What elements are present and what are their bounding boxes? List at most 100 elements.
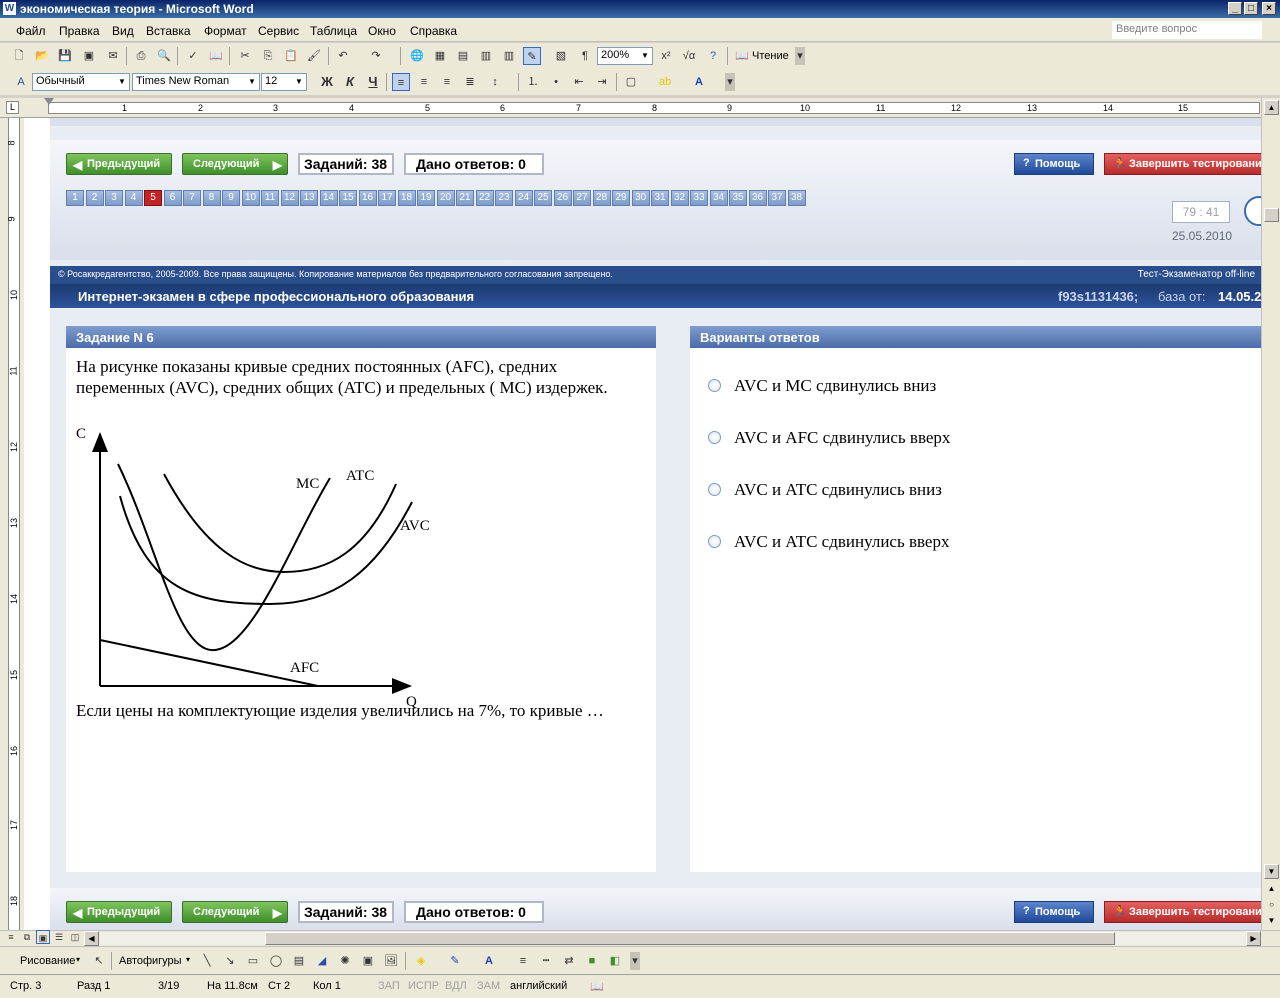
finish-button-top[interactable]: 🏃 Завершить тестирование — [1104, 153, 1261, 175]
equation-icon[interactable]: √α — [680, 47, 698, 65]
underline-button[interactable]: Ч — [364, 73, 382, 91]
tables-borders-icon[interactable]: ▦ — [431, 47, 449, 65]
question-number-button[interactable]: 29 — [612, 190, 630, 206]
wordart-icon[interactable]: ◢ — [313, 952, 331, 970]
numbering-icon[interactable]: ⒈ — [524, 73, 542, 91]
question-number-button[interactable]: 6 — [163, 190, 182, 206]
question-number-button[interactable]: 32 — [670, 190, 689, 206]
spelling-icon[interactable]: ✓ — [184, 47, 202, 65]
question-number-button[interactable]: 18 — [397, 190, 416, 206]
insert-excel-icon[interactable]: ▥ — [477, 47, 495, 65]
menu-insert[interactable]: Вставка — [146, 24, 191, 38]
line-color-icon[interactable]: ✎ — [446, 952, 464, 970]
undo-icon[interactable]: ↶ — [334, 47, 352, 65]
drawing-toggle-icon[interactable]: ✎ — [523, 47, 541, 65]
help-icon[interactable]: ? — [704, 47, 722, 65]
bold-button[interactable]: Ж — [318, 73, 336, 91]
style-select[interactable]: Обычный ▼ — [32, 73, 130, 91]
question-number-button[interactable]: 4 — [124, 190, 143, 206]
menu-tools[interactable]: Сервис — [258, 24, 299, 38]
question-number-button[interactable]: 16 — [358, 190, 377, 206]
doc-map-icon[interactable]: ▧ — [552, 47, 570, 65]
textbox-icon[interactable]: ▤ — [290, 952, 308, 970]
status-rec[interactable]: ЗАП — [378, 980, 400, 992]
question-number-button[interactable]: 19 — [417, 190, 435, 206]
status-ovr[interactable]: ЗАМ — [477, 980, 500, 992]
line-icon[interactable]: ╲ — [198, 952, 216, 970]
redo-icon[interactable]: ↷ — [367, 47, 385, 65]
menu-view[interactable]: Вид — [112, 24, 134, 38]
permission-icon[interactable]: ▣ — [80, 47, 98, 65]
draw-font-color-icon[interactable]: A — [480, 952, 498, 970]
justify-icon[interactable]: ≣ — [461, 73, 479, 91]
scroll-left-icon[interactable]: ◀ — [84, 931, 99, 946]
line-spacing-icon[interactable]: ↕ — [486, 73, 504, 91]
question-number-button[interactable]: 11 — [261, 190, 279, 206]
question-number-button[interactable]: 25 — [534, 190, 552, 206]
oval-icon[interactable]: ◯ — [267, 952, 285, 970]
question-number-button[interactable]: 23 — [495, 190, 513, 206]
highlight-icon[interactable]: ab — [656, 73, 674, 91]
help-button-top[interactable]: ? Помощь — [1014, 153, 1094, 175]
menu-format[interactable]: Формат — [204, 24, 247, 38]
borders-icon[interactable]: ▢ — [622, 73, 640, 91]
align-right-icon[interactable]: ≡ — [438, 73, 456, 91]
question-number-button[interactable]: 2 — [85, 190, 104, 206]
line-style-icon[interactable]: ≡ — [514, 952, 532, 970]
align-left-icon[interactable]: ≡ — [392, 73, 410, 91]
question-number-button[interactable]: 1 — [66, 190, 84, 206]
toolbar-options-icon[interactable]: ▾ — [795, 47, 805, 65]
font-color-icon[interactable]: A — [690, 73, 708, 91]
horizontal-scroll-track[interactable] — [100, 932, 1245, 945]
question-number-button[interactable]: 21 — [456, 190, 474, 206]
help-button-bottom[interactable]: ? Помощь — [1014, 901, 1094, 923]
question-number-button[interactable]: 9 — [222, 190, 240, 206]
web-view-icon[interactable]: ⧉ — [20, 930, 34, 944]
superscript-icon[interactable]: x² — [657, 47, 675, 65]
answer-option-2[interactable]: AVC и AFC сдвинулись вверх — [708, 428, 1208, 450]
question-number-button[interactable]: 20 — [436, 190, 455, 206]
cut-icon[interactable]: ✂ — [236, 47, 254, 65]
question-number-button[interactable]: 36 — [748, 190, 767, 206]
minimize-button[interactable]: _ — [1228, 2, 1242, 15]
reading-view-icon[interactable]: ◫ — [68, 930, 82, 944]
question-number-button[interactable]: 10 — [241, 190, 260, 206]
status-trk[interactable]: ИСПР — [408, 980, 439, 992]
fill-color-icon[interactable]: ◈ — [412, 952, 430, 970]
draw-toolbar-options-icon[interactable]: ▾ — [630, 952, 640, 970]
scroll-thumb[interactable] — [1264, 208, 1279, 222]
arrow-icon[interactable]: ↘ — [221, 952, 239, 970]
question-number-button[interactable]: 17 — [378, 190, 396, 206]
rectangle-icon[interactable]: ▭ — [244, 952, 262, 970]
outline-view-icon[interactable]: ☰ — [52, 930, 66, 944]
word-app-icon[interactable]: W — [3, 2, 16, 15]
question-number-button[interactable]: 15 — [339, 190, 357, 206]
vertical-ruler[interactable]: 8 9 10 11 12 13 14 15 16 17 18 — [0, 118, 24, 930]
diagram-icon[interactable]: ✺ — [336, 952, 354, 970]
question-number-button[interactable]: 27 — [573, 190, 591, 206]
answer-option-4[interactable]: AVC и ATC сдвинулись вверх — [708, 532, 1208, 554]
question-number-button[interactable]: 24 — [514, 190, 533, 206]
ask-question-input[interactable]: Введите вопрос — [1112, 21, 1262, 39]
align-center-icon[interactable]: ≡ — [415, 73, 433, 91]
decrease-indent-icon[interactable]: ⇤ — [570, 73, 588, 91]
menu-table[interactable]: Таблица — [310, 24, 357, 38]
bullets-icon[interactable]: • — [547, 73, 565, 91]
shadow-icon[interactable]: ■ — [583, 952, 601, 970]
status-ext[interactable]: ВДЛ — [445, 980, 467, 992]
question-number-button[interactable]: 8 — [202, 190, 221, 206]
scroll-down-icon[interactable]: ▼ — [1264, 864, 1279, 879]
zoom-select[interactable]: 200% ▼ — [597, 47, 653, 65]
question-number-button[interactable]: 13 — [300, 190, 318, 206]
styles-icon[interactable]: A — [12, 73, 30, 91]
menu-window[interactable]: Окно — [368, 24, 396, 38]
clipart-icon[interactable]: ▣ — [359, 952, 377, 970]
question-number-button[interactable]: 33 — [690, 190, 708, 206]
copy-icon[interactable]: ⎘ — [259, 47, 277, 65]
arrow-style-icon[interactable]: ⇄ — [560, 952, 578, 970]
close-button[interactable]: × — [1262, 2, 1276, 15]
maximize-button[interactable]: □ — [1244, 2, 1258, 15]
question-number-button[interactable]: 30 — [631, 190, 650, 206]
question-number-button[interactable]: 22 — [475, 190, 494, 206]
research-icon[interactable]: 📖 — [207, 47, 225, 65]
